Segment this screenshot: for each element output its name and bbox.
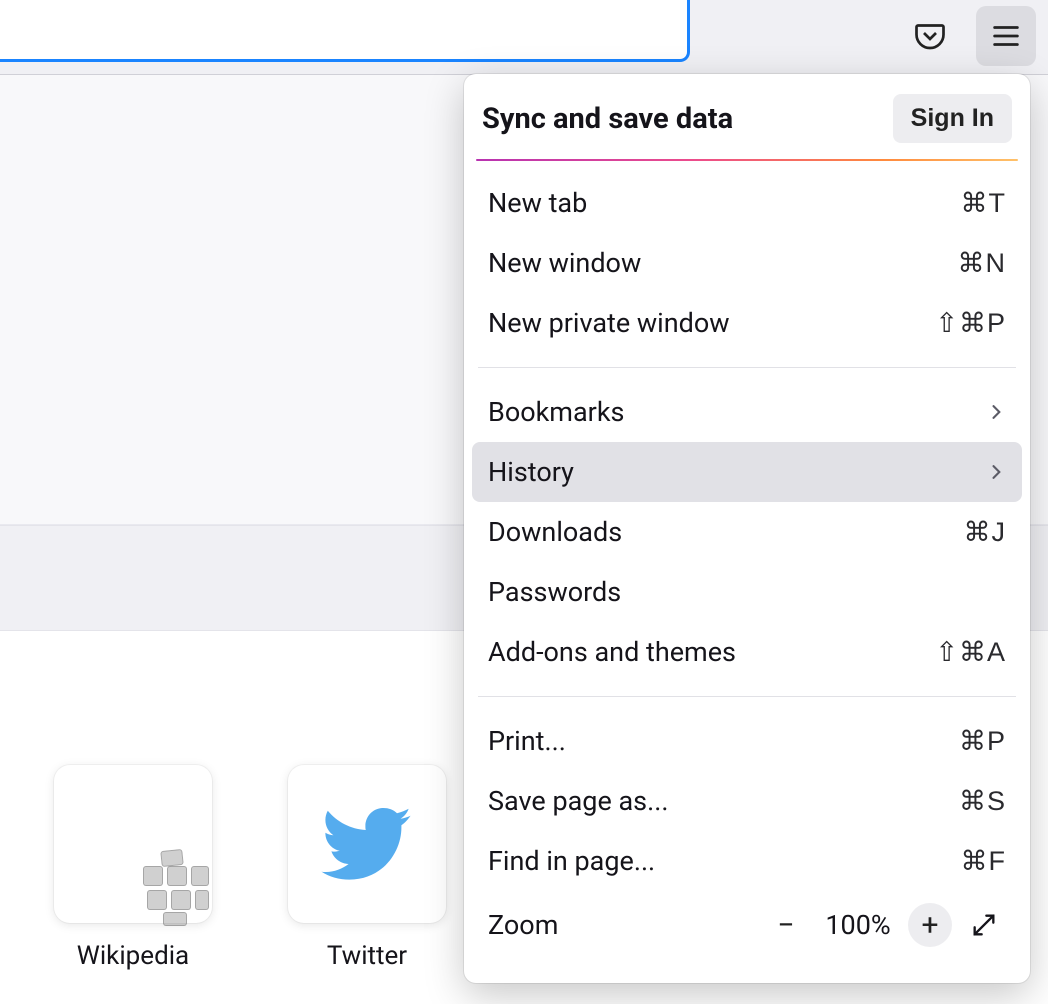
menu-item-new-tab[interactable]: New tab ⌘T bbox=[472, 173, 1022, 233]
menu-group-1: New tab ⌘T New window ⌘N New private win… bbox=[464, 167, 1030, 359]
menu-item-shortcut: ⇧⌘A bbox=[935, 637, 1006, 668]
sign-in-button[interactable]: Sign In bbox=[893, 94, 1012, 143]
menu-group-2: Bookmarks History Downloads ⌘J Passwords… bbox=[464, 376, 1030, 688]
zoom-value: 100% bbox=[818, 909, 898, 941]
zoom-in-button[interactable]: + bbox=[908, 903, 952, 947]
fullscreen-button[interactable] bbox=[962, 903, 1006, 947]
menu-group-3: Print... ⌘P Save page as... ⌘S Find in p… bbox=[464, 705, 1030, 965]
menu-item-label: Add-ons and themes bbox=[488, 636, 736, 668]
shortcut-twitter[interactable]: Twitter bbox=[288, 765, 446, 1004]
shortcut-wikipedia[interactable]: Wikipedia bbox=[54, 765, 212, 1004]
menu-item-label: New private window bbox=[488, 307, 730, 339]
zoom-out-button[interactable]: − bbox=[764, 903, 808, 947]
menu-header: Sync and save data Sign In bbox=[464, 86, 1030, 159]
chevron-right-icon bbox=[986, 458, 1006, 486]
shortcut-label: Wikipedia bbox=[77, 941, 189, 971]
menu-item-shortcut: ⌘P bbox=[959, 726, 1006, 757]
plus-icon: + bbox=[921, 908, 938, 943]
hamburger-icon bbox=[989, 19, 1023, 53]
shortcut-tile[interactable] bbox=[54, 765, 212, 923]
menu-item-shortcut: ⌘T bbox=[961, 188, 1007, 219]
menu-item-label: Bookmarks bbox=[488, 396, 624, 428]
browser-toolbar bbox=[0, 0, 1048, 74]
menu-title: Sync and save data bbox=[482, 102, 733, 136]
minus-icon: − bbox=[777, 908, 794, 943]
menu-item-shortcut: ⌘J bbox=[964, 517, 1007, 548]
menu-item-label: New tab bbox=[488, 187, 587, 219]
shortcut-tile[interactable] bbox=[288, 765, 446, 923]
menu-item-bookmarks[interactable]: Bookmarks bbox=[472, 382, 1022, 442]
zoom-label: Zoom bbox=[488, 909, 764, 941]
menu-item-label: Save page as... bbox=[488, 785, 668, 817]
menu-item-zoom: Zoom − 100% + bbox=[472, 891, 1022, 959]
menu-item-shortcut: ⌘N bbox=[958, 248, 1007, 279]
menu-item-history[interactable]: History bbox=[472, 442, 1022, 502]
menu-item-downloads[interactable]: Downloads ⌘J bbox=[472, 502, 1022, 562]
menu-separator bbox=[478, 367, 1016, 368]
menu-item-label: History bbox=[488, 456, 574, 488]
menu-item-label: Passwords bbox=[488, 576, 621, 608]
menu-item-save-page[interactable]: Save page as... ⌘S bbox=[472, 771, 1022, 831]
menu-separator bbox=[478, 696, 1016, 697]
address-bar[interactable] bbox=[0, 0, 690, 62]
top-sites: Wikipedia Twitter bbox=[54, 765, 446, 1004]
chevron-right-icon bbox=[986, 398, 1006, 426]
menu-item-passwords[interactable]: Passwords bbox=[472, 562, 1022, 622]
pocket-icon bbox=[912, 18, 948, 54]
menu-item-label: Print... bbox=[488, 725, 566, 757]
menu-item-addons[interactable]: Add-ons and themes ⇧⌘A bbox=[472, 622, 1022, 682]
pocket-button[interactable] bbox=[900, 6, 960, 66]
menu-item-find[interactable]: Find in page... ⌘F bbox=[472, 831, 1022, 891]
gradient-separator bbox=[476, 159, 1018, 161]
menu-item-label: New window bbox=[488, 247, 641, 279]
menu-item-label: Downloads bbox=[488, 516, 622, 548]
menu-item-shortcut: ⇧⌘P bbox=[935, 308, 1006, 339]
menu-item-shortcut: ⌘S bbox=[959, 786, 1006, 817]
menu-item-label: Find in page... bbox=[488, 845, 655, 877]
app-menu-button[interactable] bbox=[976, 6, 1036, 66]
shortcut-label: Twitter bbox=[327, 941, 407, 971]
menu-item-print[interactable]: Print... ⌘P bbox=[472, 711, 1022, 771]
menu-item-shortcut: ⌘F bbox=[961, 846, 1007, 877]
zoom-controls: − 100% + bbox=[764, 903, 1006, 947]
app-menu: Sync and save data Sign In New tab ⌘T Ne… bbox=[464, 74, 1030, 983]
menu-item-new-private-window[interactable]: New private window ⇧⌘P bbox=[472, 293, 1022, 353]
address-input[interactable] bbox=[14, 8, 673, 51]
twitter-icon bbox=[319, 796, 415, 892]
fullscreen-icon bbox=[970, 911, 998, 939]
menu-item-new-window[interactable]: New window ⌘N bbox=[472, 233, 1022, 293]
